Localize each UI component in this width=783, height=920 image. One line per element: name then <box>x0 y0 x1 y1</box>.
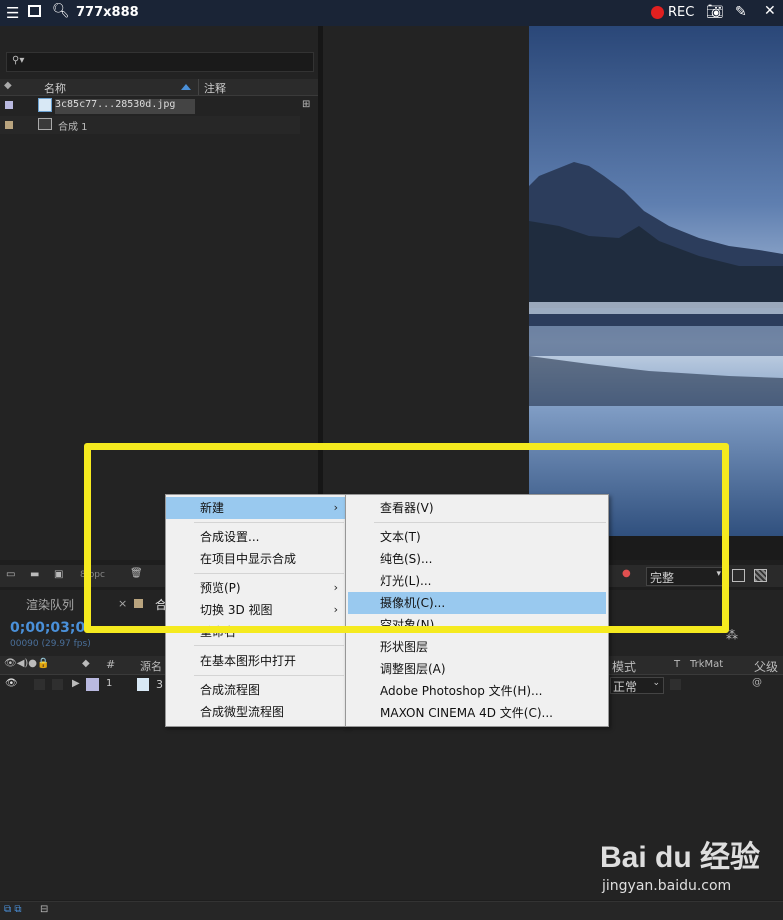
project-columns-header: ◆ 名称 注释 <box>0 79 318 96</box>
hamburger-icon[interactable]: ☰ <box>6 4 19 22</box>
capture-toolbar: ☰ 🔍︎ 777x888 REC 📷︎ ✎ ✕ <box>0 0 783 26</box>
search-icon[interactable]: 🔍︎ <box>52 3 70 19</box>
watermark-brand: Bai du 经验 <box>600 841 761 874</box>
column-parent: 父级 <box>754 660 779 674</box>
menu-item-label: 调整图层(A) <box>380 662 446 676</box>
tab-render-queue[interactable]: 渲染队列 <box>26 596 74 613</box>
frame-rate: 00090 (29.97 fps) <box>10 639 91 649</box>
project-item-composition[interactable]: 合成 1 <box>0 116 300 134</box>
size-text: 777x888 <box>76 5 139 20</box>
lock-toggle[interactable] <box>52 679 63 690</box>
layer-visibility-icon[interactable]: 👁︎ <box>5 678 18 689</box>
menu-item-label: 形状图层 <box>380 640 429 654</box>
window-icon[interactable] <box>28 5 41 17</box>
search-icon: ⚲▾ <box>12 55 25 66</box>
image-file-icon <box>38 98 52 112</box>
camera-icon[interactable]: 📷︎ <box>706 4 724 20</box>
label-tag-icon[interactable]: ◆ <box>82 658 90 669</box>
visibility-icon[interactable]: 👁︎◀)●🔒 <box>4 658 49 669</box>
rec-button[interactable]: REC <box>668 5 694 20</box>
project-item-image[interactable]: 3c85c77...28530d.jpg ⊞ <box>0 97 318 115</box>
close-icon[interactable]: ✕ <box>764 3 776 19</box>
blend-mode-select[interactable]: 正常 ⌄ <box>610 677 664 694</box>
project-item-name: 合成 1 <box>58 122 88 133</box>
menu-item-label: MAXON CINEMA 4D 文件(C)... <box>380 706 553 720</box>
label-color-swatch[interactable] <box>5 101 13 109</box>
column-trkmat: TrkMat <box>690 659 724 670</box>
blend-mode-value: 正常 <box>613 680 638 694</box>
column-number: # <box>106 658 116 671</box>
layer-name[interactable]: 3 <box>156 678 163 691</box>
column-mode: 模式 <box>612 660 637 674</box>
new-folder-icon[interactable]: ▬ <box>30 569 39 580</box>
layer-switches-icon[interactable]: ⧉ ⧉ <box>4 904 21 915</box>
layer-color-swatch[interactable] <box>86 678 99 691</box>
label-color-swatch[interactable] <box>5 121 13 129</box>
menu-item-composition-mini-flowchart[interactable]: 合成微型流程图 <box>166 701 346 723</box>
modes-toggle-icon[interactable]: ⊟ <box>40 904 48 915</box>
image-file-icon <box>137 678 149 691</box>
sort-ascending-icon[interactable] <box>181 84 191 90</box>
watermark-url: jingyan.baidu.com <box>602 878 732 894</box>
region-of-interest-icon[interactable] <box>732 569 745 582</box>
menu-item-label: Adobe Photoshop 文件(H)... <box>380 684 543 698</box>
menu-item-label: 在基本图形中打开 <box>200 654 297 668</box>
layer-number: 1 <box>106 678 113 689</box>
search-input[interactable]: ⚲▾ <box>6 52 314 72</box>
menu-item-label: 合成微型流程图 <box>200 705 285 719</box>
solo-toggle[interactable] <box>34 679 45 690</box>
menu-item-cinema4d-file[interactable]: MAXON CINEMA 4D 文件(C)... <box>346 702 608 724</box>
pencil-icon[interactable]: ✎ <box>735 4 747 20</box>
project-item-name: 3c85c77...28530d.jpg <box>55 99 195 114</box>
composition-icon <box>38 118 52 130</box>
timeline-footer: ⧉ ⧉ ⊟ <box>0 901 783 920</box>
chevron-down-icon: ⌄ <box>652 678 660 688</box>
flowchart-icon[interactable]: ⊞ <box>302 99 310 110</box>
interpret-footage-icon[interactable]: ▭ <box>6 569 15 580</box>
menu-item-photoshop-file[interactable]: Adobe Photoshop 文件(H)... <box>346 680 608 702</box>
menu-item-shape-layer[interactable]: 形状图层 <box>346 636 608 658</box>
column-source-name[interactable]: 源名 <box>140 658 162 674</box>
label-tag-icon[interactable]: ◆ <box>4 80 12 91</box>
column-t: T <box>674 659 681 670</box>
menu-item-composition-flowchart[interactable]: 合成流程图 <box>166 679 346 701</box>
column-name[interactable]: 名称 <box>44 80 66 96</box>
column-comment[interactable]: 注释 <box>204 80 226 96</box>
annotation-highlight-box <box>84 443 729 633</box>
menu-item-adjustment-layer[interactable]: 调整图层(A) <box>346 658 608 680</box>
timecode[interactable]: 0;00;03;0 <box>10 620 85 636</box>
expand-triangle-icon[interactable]: ▶ <box>72 678 80 689</box>
pick-whip-icon[interactable]: @ <box>752 677 762 688</box>
menu-item-open-in-essential-graphics[interactable]: 在基本图形中打开 <box>166 650 346 672</box>
transparency-grid-icon[interactable] <box>754 569 767 582</box>
track-matte-toggle[interactable] <box>670 679 681 690</box>
watermark: Bai du 经验 jingyan.baidu.com <box>600 832 770 902</box>
record-dot-icon <box>651 6 664 19</box>
new-composition-icon[interactable]: ▣ <box>54 569 63 580</box>
menu-item-label: 合成流程图 <box>200 683 261 697</box>
